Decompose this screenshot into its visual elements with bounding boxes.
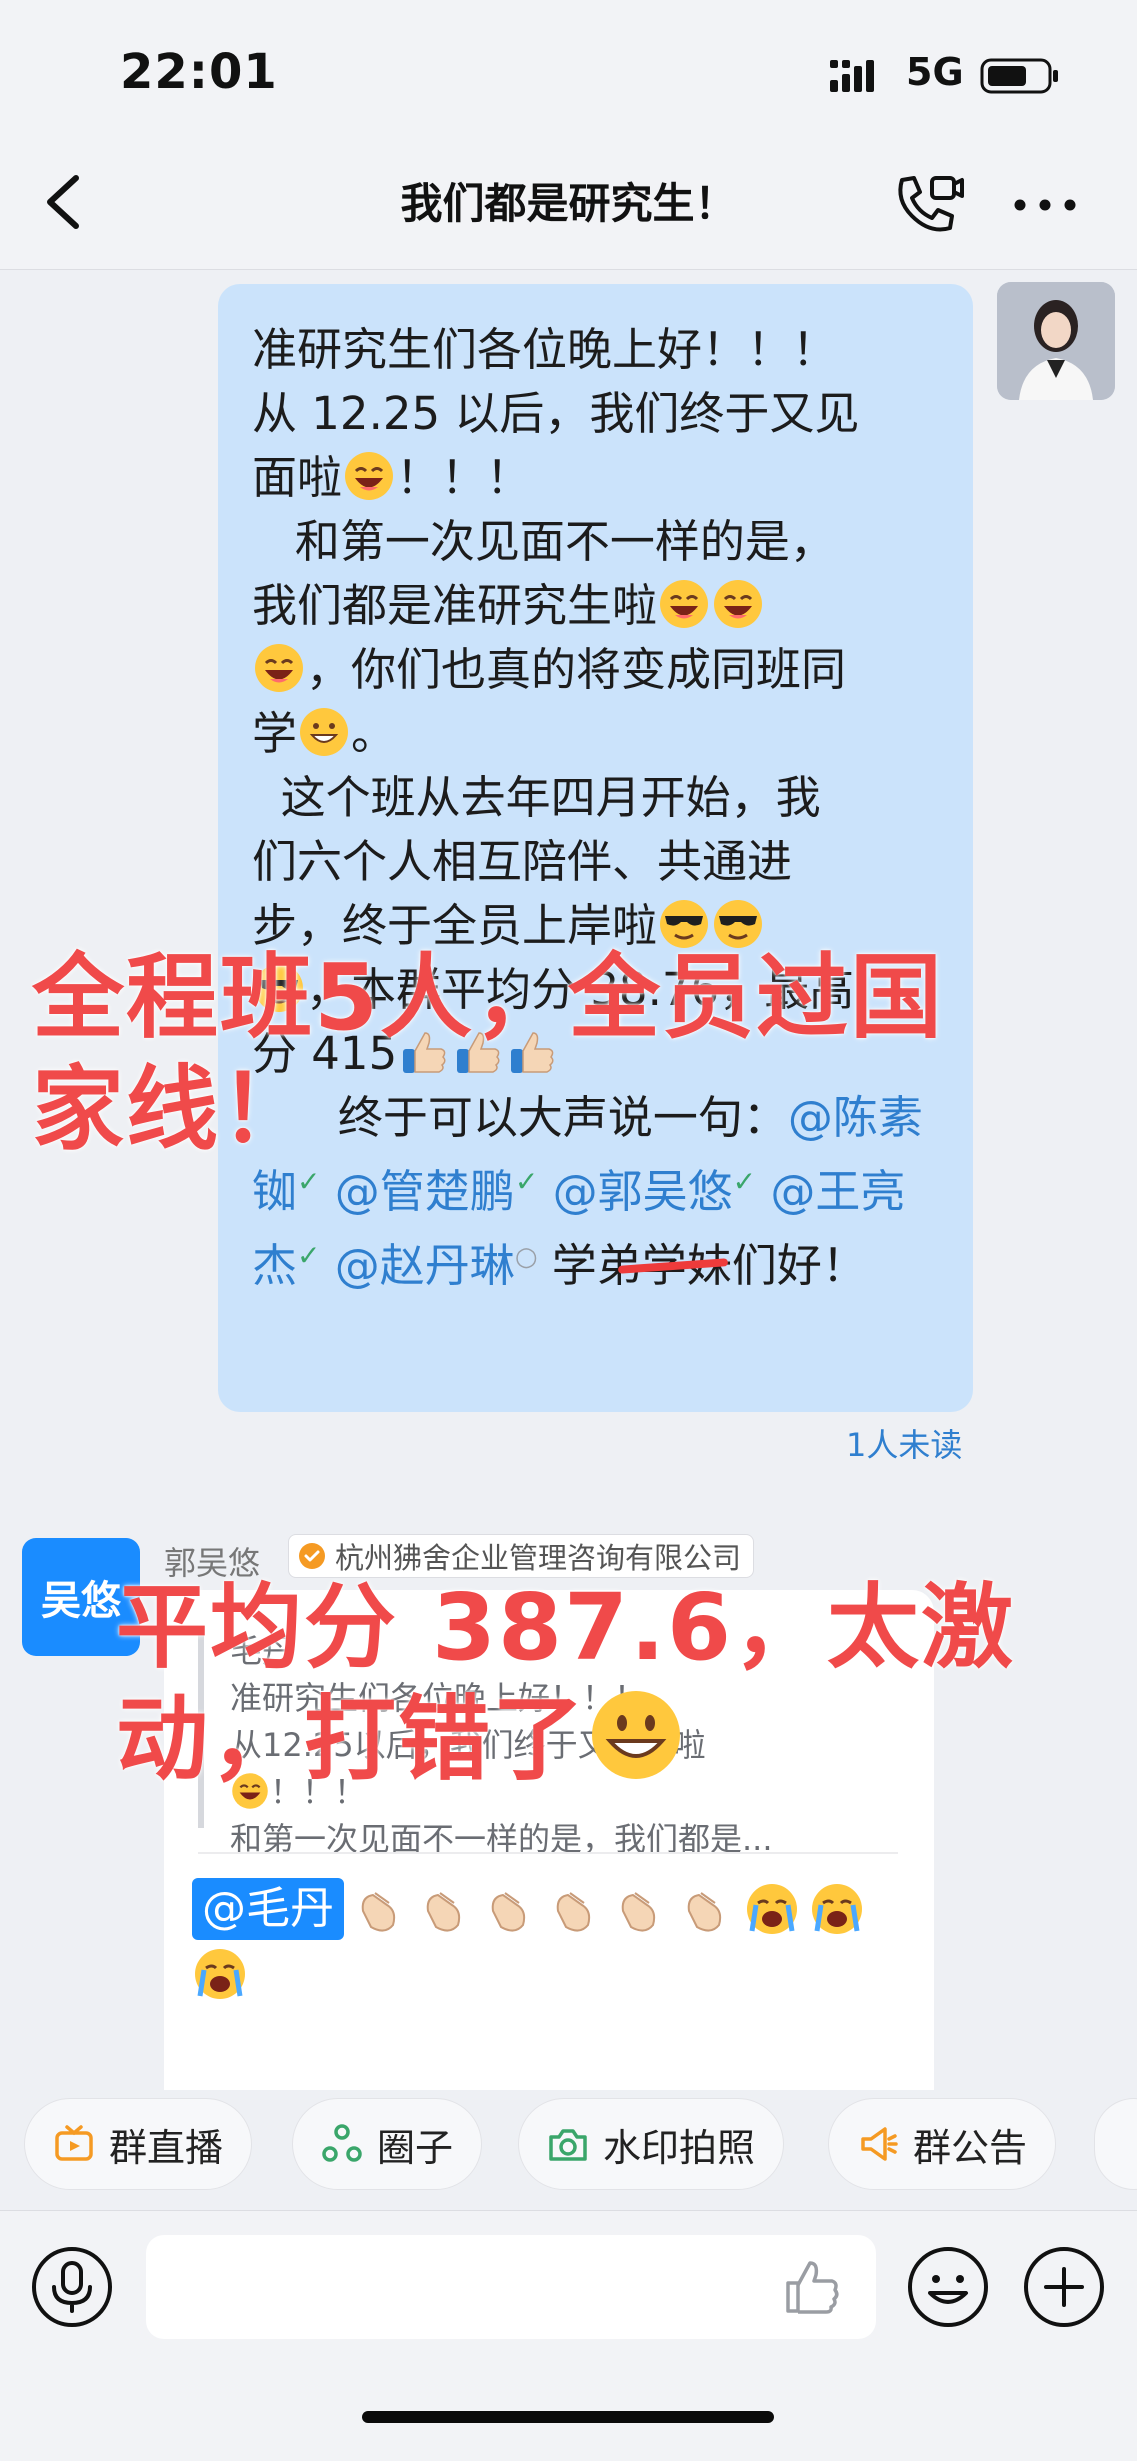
smiley-emoji-icon [592, 1691, 681, 1779]
laughing-emoji-icon [255, 644, 303, 692]
quick-action-watermark-photo[interactable]: 水印拍照 [518, 2098, 785, 2190]
chat-header: 我们都是研究生！ [0, 130, 1137, 270]
signal-icon [830, 60, 874, 92]
overlay-line: 动，打错了 [116, 1684, 1015, 1796]
overlay-line: 家线！ [32, 1056, 315, 1163]
quick-action-more[interactable] [1094, 2098, 1137, 2190]
status-time: 22:01 [120, 44, 278, 100]
read-check-icon: ✓ [297, 1165, 321, 1198]
chat-messages[interactable]: 准研究生们各位晚上好！！！ 从 12.25 以后，我们终于又见 面啦！！！ 和第… [0, 270, 1137, 2100]
quick-action-circle[interactable]: 圈子 [292, 2098, 483, 2190]
quote-line: 和第一次见面不一样的是，我们都是... [230, 1820, 773, 1858]
quick-action-live[interactable]: 群直播 [24, 2098, 253, 2190]
emoji-picker-icon[interactable] [906, 2245, 990, 2329]
reply-content: @毛丹 [192, 1878, 892, 2002]
laughing-emoji-icon [714, 580, 763, 628]
company-name: 杭州狒舍企业管理咨询有限公司 [335, 1541, 742, 1575]
mention-link[interactable]: @管楚鹏 [335, 1165, 515, 1218]
overlay-line: 全程班5人，全员过国 [32, 944, 945, 1051]
message-line: 面啦！！！ [252, 451, 532, 504]
crying-emoji-icon [746, 1884, 797, 1934]
megaphone-icon [861, 2127, 898, 2161]
chat-title: 我们都是研究生！ [400, 179, 737, 228]
quote-divider [198, 1852, 898, 1854]
message-line: 我们都是准研究生啦 [252, 574, 949, 638]
home-indicator [362, 2411, 774, 2423]
live-tv-icon [55, 2125, 93, 2161]
unread-count-label[interactable]: 1人未读 [846, 1420, 962, 1466]
clapping-hands-icon [361, 1892, 396, 1932]
message-input[interactable] [146, 2235, 876, 2339]
clapping-hands-icon [426, 1892, 461, 1932]
unread-dot-icon: ○ [514, 1242, 538, 1272]
read-check-icon: ✓ [297, 1239, 321, 1272]
battery-icon [980, 58, 1058, 94]
my-avatar[interactable] [997, 282, 1115, 400]
laughing-emoji-icon [660, 580, 709, 628]
circle-group-icon [322, 2124, 362, 2162]
video-call-icon[interactable] [890, 170, 966, 240]
message-line: 从 12.25 以后，我们终于又见 [252, 387, 860, 440]
camera-icon [549, 2129, 587, 2161]
more-options-icon[interactable] [1010, 190, 1080, 220]
quick-actions-bar[interactable]: 群直播 圈子 水印拍照 群公告 [0, 2090, 1137, 2202]
read-check-icon: ✓ [514, 1165, 539, 1198]
grinning-emoji-icon [300, 708, 349, 756]
input-bar [0, 2210, 1137, 2461]
clapping-hands-icon [492, 1892, 526, 1932]
voice-input-icon[interactable] [30, 2245, 114, 2329]
crying-emoji-icon [811, 1884, 862, 1934]
my-message-bubble[interactable]: 准研究生们各位晚上好！！！ 从 12.25 以后，我们终于又见 面啦！！！ 和第… [218, 284, 973, 1412]
message-line: ，你们也真的将变成同班同 [252, 638, 949, 702]
verified-badge-icon [299, 1543, 325, 1569]
message-line: 学。 [252, 707, 397, 760]
laughing-emoji-icon [345, 452, 394, 500]
overlay-annotation-bottom: 平均分 387.6，太激 动，打错了 [116, 1572, 1015, 1796]
mention-link[interactable]: @赵丹琳 [335, 1239, 515, 1292]
quick-action-announcement[interactable]: 群公告 [828, 2098, 1057, 2190]
message-line: 们六个人相互陪伴、共通进 [252, 835, 793, 888]
network-label: 5G [906, 50, 964, 94]
clapping-hands-icon [622, 1892, 656, 1932]
clapping-hands-icon [557, 1892, 591, 1932]
overlay-line: 平均分 387.6，太激 [116, 1574, 1016, 1681]
read-check-icon: ✓ [732, 1165, 757, 1198]
avatar-photo-icon [997, 282, 1115, 400]
clapping-hands-icon [687, 1892, 721, 1932]
thumbs-up-quick-icon[interactable] [780, 2255, 844, 2319]
crying-emoji-icon [195, 1949, 245, 1999]
overlay-annotation-top: 全程班5人，全员过国 家线！ [32, 942, 944, 1166]
message-line: 这个班从去年四月开始，我 [252, 771, 821, 824]
message-line: 和第一次见面不一样的是， [252, 515, 835, 568]
message-line: 准研究生们各位晚上好！！！ [252, 323, 838, 376]
mention-chip[interactable]: @毛丹 [192, 1878, 344, 1940]
status-bar: 22:01 5G [0, 0, 1137, 150]
mention-link[interactable]: @郭吴悠 [553, 1165, 733, 1218]
add-attachment-icon[interactable] [1022, 2245, 1106, 2329]
